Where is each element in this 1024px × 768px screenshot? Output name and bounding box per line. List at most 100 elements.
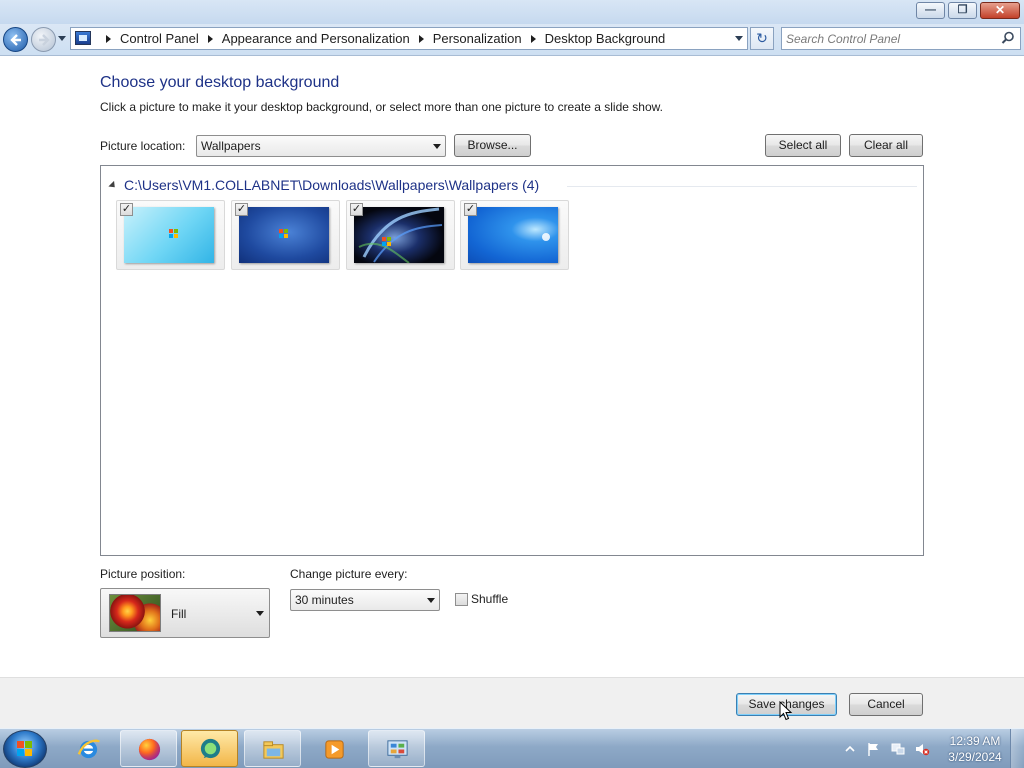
shuffle-label[interactable]: Shuffle [471,592,508,606]
action-center-flag-icon[interactable] [866,741,882,757]
mouse-cursor-icon [779,701,793,721]
forward-arrow-icon [39,34,50,46]
clock-time: 12:39 AM [949,734,1001,748]
minimize-button[interactable]: — [916,2,945,19]
show-desktop-button[interactable] [1010,729,1024,768]
breadcrumb: Control Panel Appearance and Personaliza… [97,28,665,49]
dialog-footer: Save changes Cancel [0,677,1024,728]
breadcrumb-personalization[interactable]: Personalization [433,31,522,46]
search-input[interactable] [786,29,996,48]
gallery-group-header[interactable]: C:\Users\VM1.COLLABNET\Downloads\Wallpap… [108,177,540,193]
chevron-down-icon [256,611,264,616]
forward-button[interactable] [31,27,56,52]
windows-logo-icon [382,237,392,247]
clock-date: 3/29/2024 [948,750,1002,764]
taskbar-firefox[interactable] [120,730,177,767]
close-icon: ✕ [994,3,1006,17]
taskbar-control-panel[interactable] [368,730,425,767]
internet-explorer-icon [77,739,101,759]
shuffle-option[interactable]: Shuffle [455,592,508,606]
wallpaper-image[interactable] [124,207,214,263]
breadcrumb-desktop-background[interactable]: Desktop Background [545,31,666,46]
back-button[interactable] [3,27,28,52]
app-icon [200,738,221,759]
wallpaper-image[interactable] [239,207,329,263]
breadcrumb-arrow-icon[interactable] [106,34,111,43]
wallpaper-thumbnail[interactable]: ✓ [116,200,225,270]
close-button[interactable]: ✕ [980,2,1020,19]
breadcrumb-arrow-icon[interactable] [418,34,424,43]
windows-logo-icon [279,229,289,239]
thumbnail-checkbox[interactable]: ✓ [235,203,248,216]
change-picture-every-label: Change picture every: [290,567,408,581]
picture-location-label: Picture location: [100,139,186,153]
start-button[interactable] [3,730,47,768]
chevron-down-icon [427,598,435,603]
position-preview-image [109,594,161,632]
cancel-button[interactable]: Cancel [849,693,923,716]
recent-pages-dropdown[interactable] [58,36,66,41]
breadcrumb-arrow-icon[interactable] [530,34,536,43]
page-title: Choose your desktop background [100,74,340,91]
picture-location-dropdown[interactable]: Wallpapers [196,135,446,157]
control-panel-icon [75,31,91,45]
windows-logo-icon [17,741,33,757]
maximize-button[interactable]: ❐ [948,2,977,19]
change-picture-every-dropdown[interactable]: 30 minutes [290,589,440,611]
refresh-icon: ↻ [756,30,768,46]
wallpaper-thumbnail[interactable]: ✓ [231,200,340,270]
search-box[interactable] [781,27,1021,50]
thumbnail-checkbox[interactable]: ✓ [464,203,477,216]
breadcrumb-arrow-icon[interactable] [207,34,213,43]
title-bar: — ❐ ✕ [0,0,1024,24]
show-hidden-icons-icon[interactable] [842,741,858,757]
minimize-icon: — [925,4,936,16]
swirl-graphic [358,207,443,263]
picture-position-value: Fill [171,607,187,621]
collapse-triangle-icon[interactable] [108,180,118,190]
network-icon[interactable] [890,741,906,757]
clear-all-button[interactable]: Clear all [849,134,923,157]
search-icon[interactable] [1001,31,1015,45]
breadcrumb-appearance[interactable]: Appearance and Personalization [222,31,410,46]
firefox-icon [138,738,161,761]
refresh-button[interactable]: ↻ [750,27,774,50]
page-instructions: Click a picture to make it your desktop … [100,100,663,114]
control-panel-icon [387,740,408,759]
taskbar-chat-app[interactable] [181,730,238,767]
wallpaper-image[interactable] [468,207,558,263]
wallpaper-thumbnail[interactable]: ✓ [346,200,455,270]
change-picture-every-value: 30 minutes [295,593,354,607]
select-all-button[interactable]: Select all [765,134,841,157]
taskbar-internet-explorer[interactable] [59,730,116,767]
address-bar[interactable]: Control Panel Appearance and Personaliza… [70,27,748,50]
shuffle-checkbox[interactable] [455,592,468,606]
group-divider [567,186,917,187]
main-content: Choose your desktop background Click a p… [0,57,1024,677]
windows-logo-icon [169,229,179,239]
breadcrumb-control-panel[interactable]: Control Panel [120,31,199,46]
taskbar-clock[interactable]: 12:39 AM 3/29/2024 [940,733,1010,765]
taskbar: 12:39 AM 3/29/2024 [0,728,1024,768]
window-controls: — ❐ ✕ [916,2,1020,19]
taskbar-media-player[interactable] [305,730,362,767]
wallpaper-thumbnail[interactable]: ✓ [460,200,569,270]
gallery-group-title: C:\Users\VM1.COLLABNET\Downloads\Wallpap… [124,177,540,193]
volume-muted-icon[interactable] [914,741,930,757]
picture-position-label: Picture position: [100,567,186,581]
windows-logo-icon [542,233,550,241]
wallpaper-image[interactable] [354,207,444,263]
address-history-dropdown[interactable] [735,36,743,41]
thumbnail-checkbox[interactable]: ✓ [350,203,363,216]
picture-location-value: Wallpapers [201,139,261,153]
thumbnail-checkbox[interactable]: ✓ [120,203,133,216]
navigation-bar: Control Panel Appearance and Personaliza… [0,24,1024,56]
wallpaper-gallery: C:\Users\VM1.COLLABNET\Downloads\Wallpap… [100,165,924,556]
media-player-icon [325,740,344,759]
picture-position-dropdown[interactable]: Fill [100,588,270,638]
restore-icon: ❐ [957,4,968,16]
windows-explorer-icon [263,741,284,759]
system-tray [842,729,930,768]
browse-button[interactable]: Browse... [454,134,531,157]
taskbar-windows-explorer[interactable] [244,730,301,767]
